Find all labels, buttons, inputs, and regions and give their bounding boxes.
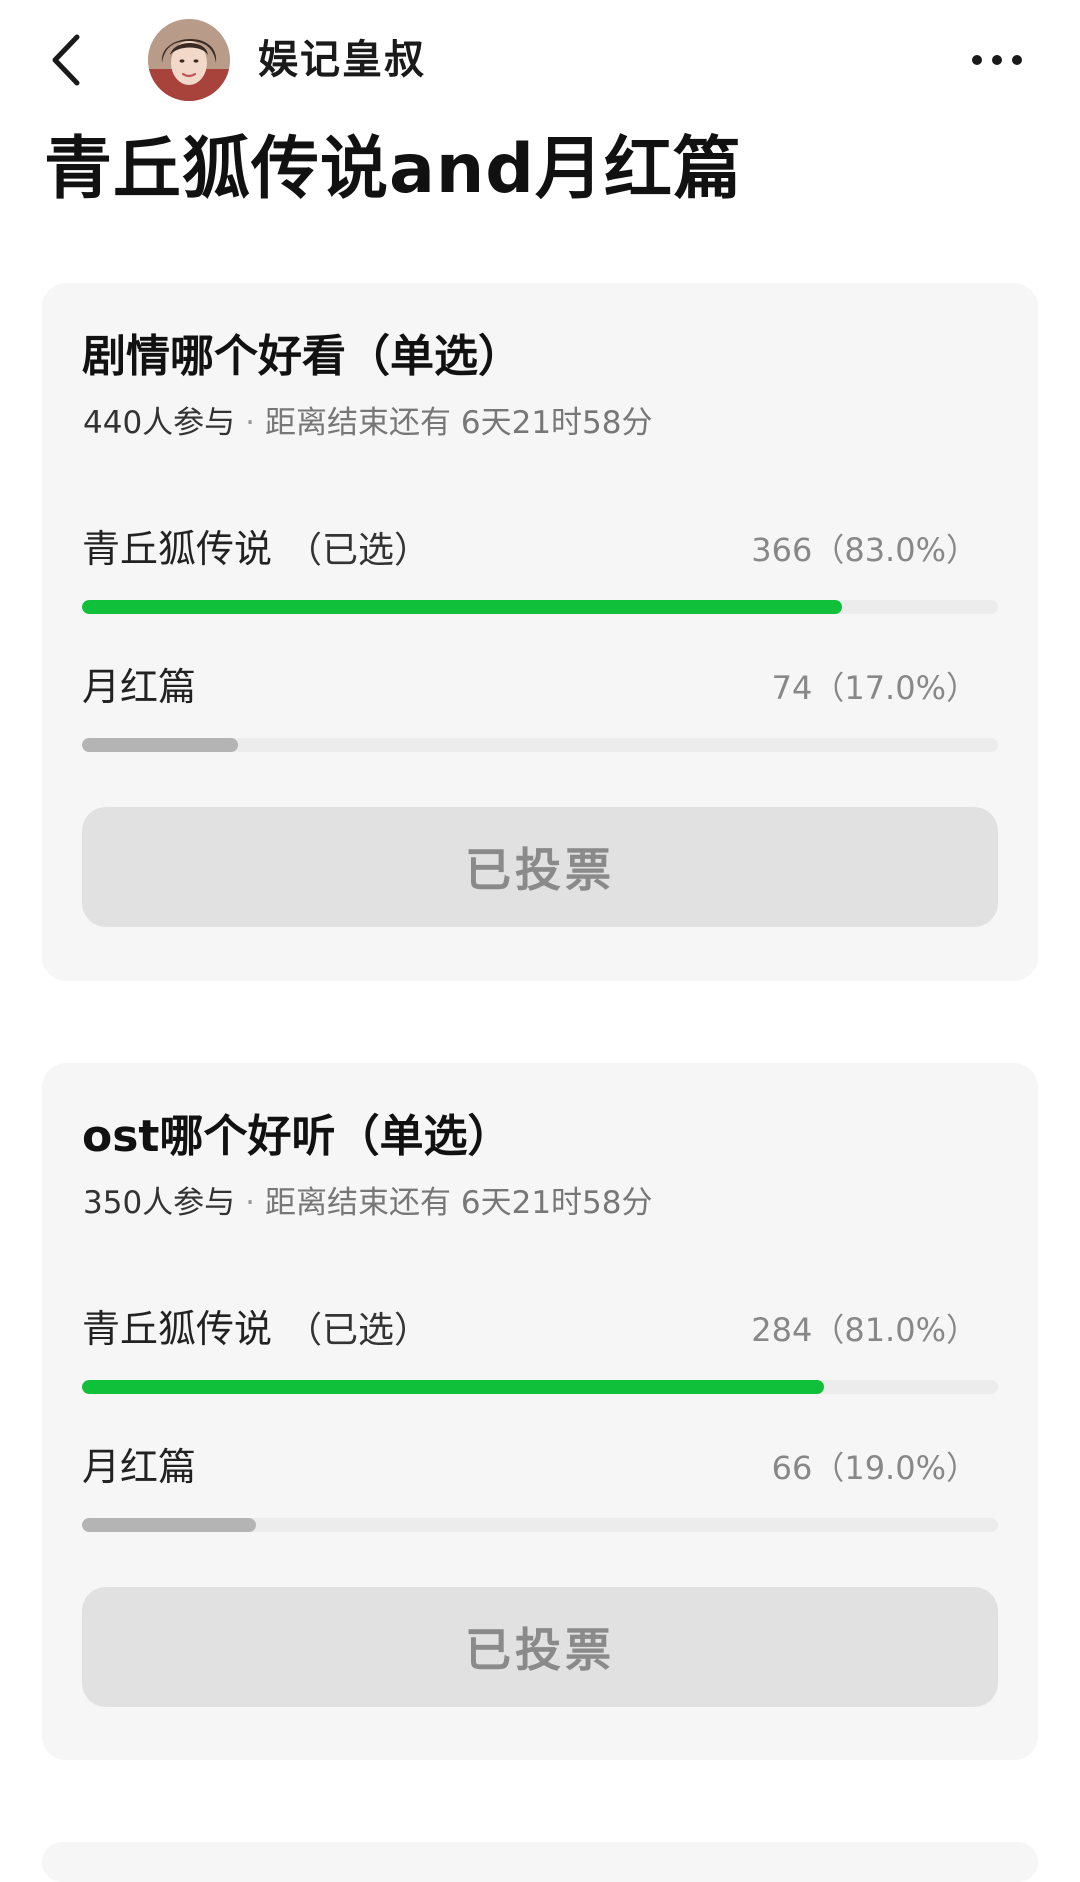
meta-separator: · [245, 1185, 256, 1221]
option-text: 青丘狐传说 [82, 1307, 273, 1351]
more-dots-icon [992, 55, 1002, 65]
poll-card: 剧情哪个好看（单选） 440人参与 · 距离结束还有 6天21时58分 青丘狐传说 （… [42, 283, 1038, 981]
selected-tag: （已选） [286, 530, 431, 571]
more-dots-icon [972, 55, 982, 65]
next-poll-card [42, 1842, 1038, 1882]
meta-separator: · [245, 405, 256, 441]
option-text: 月红篇 [82, 665, 197, 709]
result-bar-track [82, 1518, 998, 1532]
participants-count: 440人参与 [83, 405, 236, 441]
option-result: 74（17.0%） [771, 669, 978, 707]
result-bar-track [82, 600, 998, 614]
back-button[interactable] [36, 24, 96, 96]
result-bar-track [82, 1380, 998, 1394]
participants-count: 350人参与 [83, 1185, 236, 1221]
result-bar-track [82, 738, 998, 752]
poll-question: 剧情哪个好看（单选） [82, 331, 522, 382]
chevron-left-icon [52, 34, 80, 86]
poll-card: ost哪个好听（单选） 350人参与 · 距离结束还有 6天21时58分 青丘狐传说… [42, 1063, 1038, 1760]
voted-button[interactable]: 已投票 [82, 807, 998, 927]
poll-countdown: 距离结束还有 6天21时58分 [265, 1185, 653, 1221]
poll-countdown: 距离结束还有 6天21时58分 [265, 405, 653, 441]
option-text: 青丘狐传说 [82, 527, 273, 571]
poll-question: ost哪个好听（单选） [82, 1111, 512, 1162]
option-label: 月红篇 [82, 1439, 210, 1497]
more-button[interactable] [962, 34, 1032, 86]
result-bar-fill [82, 1518, 257, 1532]
option-result: 284（81.0%） [751, 1311, 978, 1349]
result-bar-fill [82, 738, 238, 752]
avatar-image [148, 19, 230, 101]
selected-tag: （已选） [286, 1310, 431, 1351]
option-label: 青丘狐传说 （已选） [82, 521, 430, 579]
option-result: 66（19.0%） [771, 1449, 978, 1487]
option-label: 月红篇 [82, 659, 210, 717]
poll-meta: 350人参与 · 距离结束还有 6天21时58分 [83, 1181, 653, 1225]
poll-option[interactable]: 青丘狐传说 （已选） 366（83.0%） [82, 521, 998, 641]
option-text: 月红篇 [82, 1445, 197, 1489]
poll-meta: 440人参与 · 距离结束还有 6天21时58分 [83, 401, 653, 445]
more-dots-icon [1012, 55, 1022, 65]
top-bar: 娱记皇叔 [0, 0, 1080, 120]
post-title: 青丘狐传说and月红篇 [44, 130, 742, 209]
poll-option[interactable]: 青丘狐传说 （已选） 284（81.0%） [82, 1301, 998, 1421]
voted-button[interactable]: 已投票 [82, 1587, 998, 1707]
result-bar-fill [82, 1380, 824, 1394]
option-result: 366（83.0%） [751, 531, 978, 569]
author-name[interactable]: 娱记皇叔 [258, 33, 426, 87]
option-label: 青丘狐传说 （已选） [82, 1301, 430, 1359]
author-avatar[interactable] [148, 19, 230, 101]
poll-option[interactable]: 月红篇 74（17.0%） [82, 659, 998, 779]
poll-option[interactable]: 月红篇 66（19.0%） [82, 1439, 998, 1559]
result-bar-fill [82, 600, 843, 614]
